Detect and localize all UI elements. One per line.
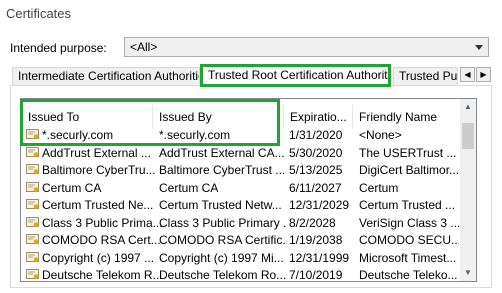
cell-issued-to: Certum Trusted Ne... — [42, 198, 154, 212]
table-row[interactable]: AddTrust External ... AddTrust External C… — [21, 144, 460, 161]
certificate-icon — [26, 164, 39, 174]
cell-expiration: 7/10/2019 — [289, 268, 343, 282]
cell-issued-by: Certum CA — [159, 180, 219, 195]
table-row[interactable]: Deutsche Telekom R... Deutsche Telekom Ro… — [21, 266, 460, 283]
scrollbar-thumb[interactable] — [462, 123, 474, 149]
vertical-scrollbar[interactable]: ▲ ▼ — [460, 99, 476, 281]
certificate-icon — [26, 269, 39, 279]
tab-intermediate-ca[interactable]: Intermediate Certification Authorities — [12, 67, 200, 85]
tab-label: Trusted Publ — [399, 69, 458, 83]
cell-issued-to: Deutsche Telekom R... — [42, 268, 163, 282]
cell-issued-by: Copyright (c) 1997 Mi... — [159, 250, 284, 265]
certificate-icon — [26, 199, 39, 209]
tab-trusted-publishers[interactable]: Trusted Publ — [393, 67, 458, 85]
intended-purpose-value: <All> — [130, 40, 158, 54]
cell-issued-by: COMODO RSA Certific... — [159, 233, 287, 247]
tab-trusted-root-ca[interactable]: Trusted Root Certification Authorities — [200, 64, 391, 87]
chevron-right-icon: ▶ — [480, 70, 487, 79]
chevron-down-icon — [475, 45, 483, 50]
cell-friendly: Microsoft Timest... — [359, 250, 457, 265]
cell-issued-by: Class 3 Public Primary ... — [159, 215, 287, 230]
title-bar: Certificates — [0, 0, 502, 30]
cell-friendly: Certum — [359, 180, 399, 195]
cell-expiration: 12/31/2029 — [289, 198, 350, 212]
cell-issued-to: Copyright (c) 1997 ... — [42, 250, 155, 265]
cell-expiration: 5/13/2025 — [289, 163, 343, 177]
chevron-up-icon[interactable]: ▲ — [460, 99, 476, 115]
cell-friendly: DigiCert Baltimor... — [359, 163, 459, 177]
intended-purpose-dropdown[interactable]: <All> — [124, 37, 489, 57]
cell-issued-to: Certum CA — [42, 180, 102, 195]
certificate-icon — [26, 146, 39, 157]
certificate-icon — [26, 234, 39, 244]
table-row[interactable]: Certum Trusted Ne... Certum Trusted Netw.… — [21, 196, 460, 213]
certificate-icon — [26, 216, 39, 227]
cell-friendly: <None> — [359, 128, 402, 142]
certificate-icon — [26, 251, 39, 262]
cell-expiration: 1/19/2038 — [289, 233, 343, 247]
cell-friendly: Certum Trusted ... — [359, 198, 456, 212]
window-title: Certificates — [6, 6, 72, 21]
highlight-annotation — [20, 99, 280, 146]
cell-issued-by: Deutsche Telekom Ro... — [159, 268, 287, 282]
tab-scroll-left-button[interactable]: ◀ — [460, 67, 475, 82]
cell-issued-by: Certum Trusted Netw... — [159, 198, 282, 212]
table-row[interactable]: Certum CA Certum CA 6/11/2027 Certum — [21, 179, 460, 196]
cell-issued-by: Baltimore CyberTrust ... — [159, 163, 286, 177]
cell-issued-to: Class 3 Public Prima... — [42, 215, 163, 230]
cell-expiration: 6/11/2027 — [289, 180, 342, 195]
cell-expiration: 12/31/1999 — [289, 250, 350, 265]
cell-friendly: COMODO SECU... — [359, 233, 459, 247]
tab-scroll-right-button[interactable]: ▶ — [476, 67, 491, 82]
cell-friendly: VeriSign Class 3 ... — [359, 215, 459, 230]
cell-issued-to: Baltimore CyberTru... — [42, 163, 156, 177]
cell-friendly: The USERTrust ... — [359, 145, 457, 160]
cell-friendly: Deutsche Teleko... — [359, 268, 458, 282]
intended-purpose-label: Intended purpose: — [10, 41, 107, 55]
table-row[interactable]: COMODO RSA Cert... COMODO RSA Certific...… — [21, 231, 460, 248]
cell-issued-to: COMODO RSA Cert... — [42, 233, 161, 247]
chevron-left-icon: ◀ — [464, 70, 471, 79]
certificate-icon — [26, 181, 39, 192]
cell-issued-to: AddTrust External ... — [42, 145, 151, 160]
tab-label: Trusted Root Certification Authorities — [208, 68, 391, 82]
table-row[interactable]: Baltimore CyberTru... Baltimore CyberTrus… — [21, 161, 460, 178]
tab-label: Intermediate Certification Authorities — [18, 69, 200, 83]
cell-expiration: 8/2/2028 — [289, 215, 336, 230]
chevron-down-icon[interactable]: ▼ — [460, 265, 476, 281]
cell-expiration: 5/30/2020 — [289, 145, 343, 160]
table-row[interactable]: Class 3 Public Prima... Class 3 Public Pr… — [21, 214, 460, 231]
cell-issued-by: AddTrust External CA... — [159, 145, 285, 160]
cell-expiration: 1/31/2020 — [289, 128, 343, 142]
table-row[interactable]: Copyright (c) 1997 ... Copyright (c) 1997… — [21, 249, 460, 266]
